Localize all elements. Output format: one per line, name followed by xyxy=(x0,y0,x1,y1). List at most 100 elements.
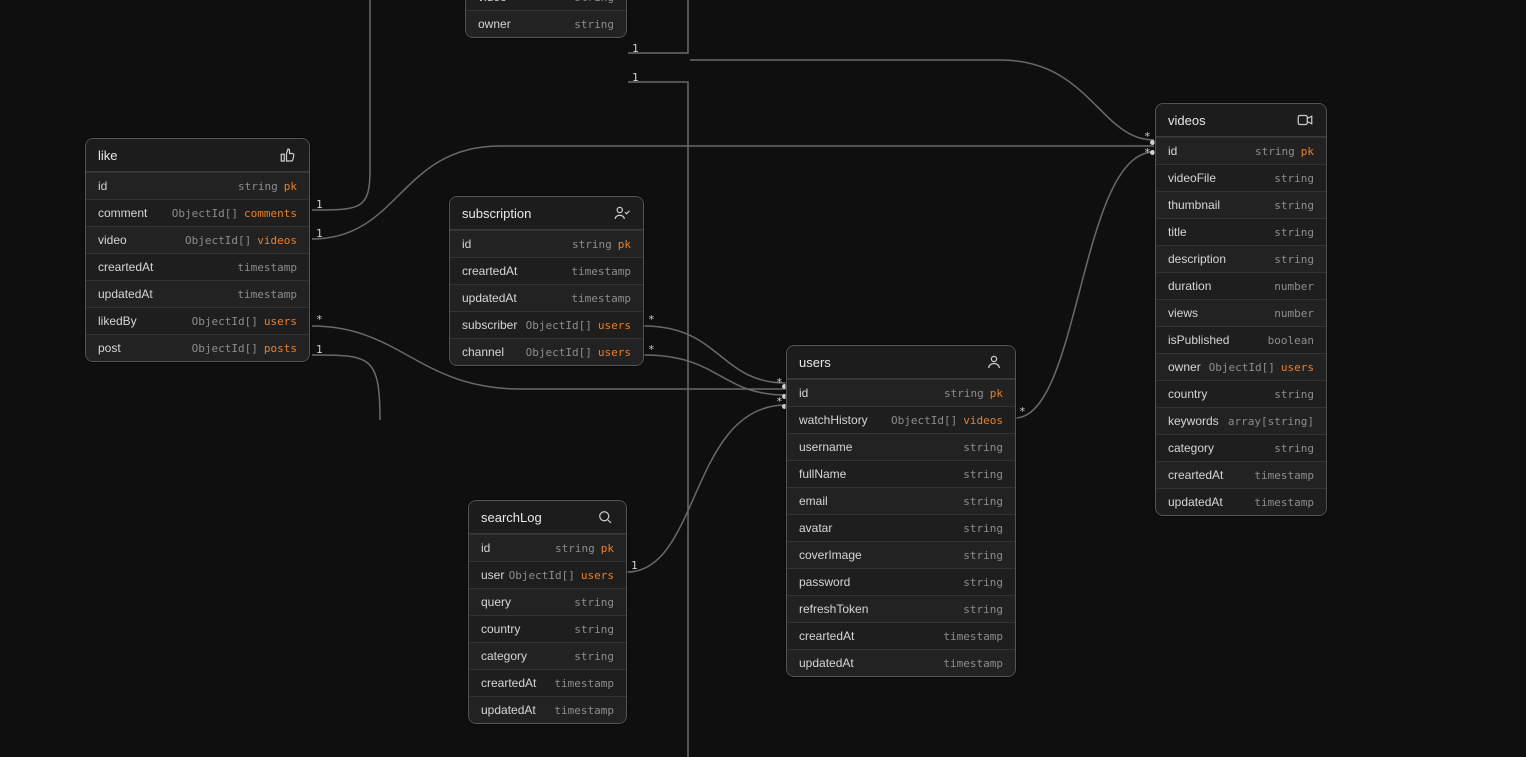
field-row[interactable]: videoObjectId[]videos xyxy=(86,226,309,253)
field-name: id xyxy=(799,386,808,400)
field-row[interactable]: videoFilestring xyxy=(1156,164,1326,191)
field-type: ObjectId[]users xyxy=(526,319,631,332)
field-row[interactable]: postObjectId[]posts xyxy=(86,334,309,361)
field-name: updatedAt xyxy=(462,291,517,305)
field-row[interactable]: likedBy ObjectId[]users xyxy=(86,307,309,334)
field-type: ObjectId[]users xyxy=(192,315,297,328)
table-comments-partial[interactable]: updatedAttimestampvideostringownerstring xyxy=(465,0,627,38)
field-name: duration xyxy=(1168,279,1211,293)
field-row[interactable]: countrystring xyxy=(469,615,626,642)
table-title: videos xyxy=(1168,113,1206,128)
field-row[interactable]: idstringpk xyxy=(1156,137,1326,164)
field-row[interactable]: creartedAttimestamp xyxy=(86,253,309,280)
field-row[interactable]: commentObjectId[]comments xyxy=(86,199,309,226)
field-type: timestamp xyxy=(943,657,1003,670)
field-name: creartedAt xyxy=(462,264,517,278)
thumbs-up-icon xyxy=(279,146,297,164)
field-row[interactable]: keywordsarray[string] xyxy=(1156,407,1326,434)
field-name: password xyxy=(799,575,850,589)
field-row[interactable]: countrystring xyxy=(1156,380,1326,407)
field-name: creartedAt xyxy=(799,629,854,643)
field-name: video xyxy=(478,0,507,4)
field-row[interactable]: password string xyxy=(787,568,1015,595)
table-videos[interactable]: videos idstringpkvideoFilestringthumbnai… xyxy=(1155,103,1327,516)
field-name: creartedAt xyxy=(481,676,536,690)
field-type: ObjectId[]users xyxy=(509,569,614,582)
field-row[interactable]: refreshTokenstring xyxy=(787,595,1015,622)
field-type: number xyxy=(1274,307,1314,320)
field-name: watchHistory xyxy=(799,413,868,427)
field-row[interactable]: subscriberObjectId[]users xyxy=(450,311,643,338)
field-row[interactable]: thumbnailstring xyxy=(1156,191,1326,218)
field-name: likedBy xyxy=(98,314,137,328)
field-row[interactable]: viewsnumber xyxy=(1156,299,1326,326)
video-icon xyxy=(1296,111,1314,129)
field-row[interactable]: categorystring xyxy=(1156,434,1326,461)
field-row[interactable]: query string xyxy=(469,588,626,615)
search-icon xyxy=(596,508,614,526)
field-type: timestamp xyxy=(571,292,631,305)
field-row[interactable]: coverImagestring xyxy=(787,541,1015,568)
field-row[interactable]: creartedAttimestamp xyxy=(1156,461,1326,488)
field-row[interactable]: updatedAttimestamp xyxy=(469,696,626,723)
field-row[interactable]: updatedAttimestamp xyxy=(1156,488,1326,515)
field-name: channel xyxy=(462,345,504,359)
field-row[interactable]: creartedAttimestamp xyxy=(469,669,626,696)
field-type: stringpk xyxy=(944,387,1003,400)
field-row[interactable]: categorystring xyxy=(469,642,626,669)
field-type: string xyxy=(574,0,614,4)
field-type: ObjectId[]comments xyxy=(172,207,297,220)
field-type: ObjectId[]videos xyxy=(185,234,297,247)
field-name: isPublished xyxy=(1168,333,1229,347)
table-users[interactable]: users idstringpkwatchHistoryObjectId[]vi… xyxy=(786,345,1016,677)
cardinality-label: 1 xyxy=(316,198,323,211)
field-row[interactable]: avatarstring xyxy=(787,514,1015,541)
field-row[interactable]: duration number xyxy=(1156,272,1326,299)
field-type: string xyxy=(963,468,1003,481)
field-type: stringpk xyxy=(555,542,614,555)
field-row[interactable]: idstringpk xyxy=(450,230,643,257)
table-subscription[interactable]: subscription idstringpk creartedAt timesta… xyxy=(449,196,644,366)
table-searchLog[interactable]: searchLog idstringpkuserObjectId[]usersq… xyxy=(468,500,627,724)
field-row[interactable]: fullNamestring xyxy=(787,460,1015,487)
field-name: description xyxy=(1168,252,1226,266)
field-name: videoFile xyxy=(1168,171,1216,185)
field-type: string xyxy=(574,596,614,609)
field-row[interactable]: emailstring xyxy=(787,487,1015,514)
table-title: subscription xyxy=(462,206,531,221)
field-row[interactable]: creartedAt timestamp xyxy=(450,257,643,284)
field-row[interactable]: usernamestring xyxy=(787,433,1015,460)
table-title: searchLog xyxy=(481,510,542,525)
field-type: number xyxy=(1274,280,1314,293)
field-type: string xyxy=(574,18,614,31)
field-row[interactable]: channel ObjectId[]users xyxy=(450,338,643,365)
field-row[interactable]: updatedAt timestamp xyxy=(450,284,643,311)
field-row[interactable]: id stringpk xyxy=(787,379,1015,406)
field-row[interactable]: isPublishedboolean xyxy=(1156,326,1326,353)
field-row[interactable]: idstringpk xyxy=(469,534,626,561)
field-row[interactable]: updatedAttimestamp xyxy=(86,280,309,307)
field-row[interactable]: ownerstring xyxy=(466,10,626,37)
field-row[interactable]: ownerObjectId[]users xyxy=(1156,353,1326,380)
field-name: category xyxy=(1168,441,1214,455)
field-row[interactable]: updatedAttimestamp xyxy=(787,649,1015,676)
field-type: ObjectId[]users xyxy=(526,346,631,359)
table-like[interactable]: like idstringpkcommentObjectId[]comments… xyxy=(85,138,310,362)
cardinality-label: * xyxy=(648,343,655,356)
field-row[interactable]: creartedAttimestamp xyxy=(787,622,1015,649)
field-row[interactable]: descriptionstring xyxy=(1156,245,1326,272)
field-type: string xyxy=(963,576,1003,589)
field-row[interactable]: userObjectId[]users xyxy=(469,561,626,588)
field-row[interactable]: titlestring xyxy=(1156,218,1326,245)
field-name: creartedAt xyxy=(98,260,153,274)
field-row[interactable]: watchHistoryObjectId[]videos xyxy=(787,406,1015,433)
field-name: title xyxy=(1168,225,1187,239)
table-title: like xyxy=(98,148,118,163)
field-name: avatar xyxy=(799,521,832,535)
field-type: timestamp xyxy=(571,265,631,278)
field-type: stringpk xyxy=(238,180,297,193)
field-row[interactable]: idstringpk xyxy=(86,172,309,199)
field-type: stringpk xyxy=(1255,145,1314,158)
field-row[interactable]: video string xyxy=(466,0,626,10)
field-name: query xyxy=(481,595,511,609)
